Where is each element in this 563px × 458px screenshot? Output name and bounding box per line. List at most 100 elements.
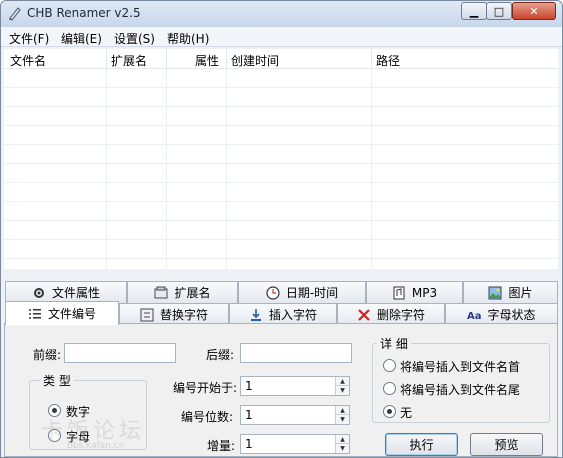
menu-edit[interactable]: 编辑(E)	[61, 30, 102, 47]
detail-group-title: 详 细	[377, 335, 411, 352]
tab-label: 日期-时间	[285, 286, 339, 300]
tab-mp3[interactable]: MP3	[366, 281, 463, 303]
spin-down-icon[interactable]: ▼	[336, 386, 349, 395]
watermark-url: bbs.kafan.cn	[67, 441, 125, 451]
grid-row-line	[4, 144, 558, 145]
column-header-attributes[interactable]: 属性	[195, 52, 219, 68]
close-button[interactable]: ✕	[512, 2, 556, 20]
prefix-input[interactable]	[64, 343, 176, 363]
app-window: CHB Renamer v2.5 ▁ □ ✕ 文件(F) 编辑(E) 设置(S)…	[0, 0, 563, 458]
radio-insert-end[interactable]	[383, 382, 396, 395]
tab-label: MP3	[411, 285, 438, 300]
tab-label: 图片	[508, 286, 533, 300]
column-separator[interactable]	[106, 49, 107, 69]
file-attributes-icon	[33, 287, 44, 298]
column-header-filename[interactable]: 文件名	[10, 52, 46, 68]
close-icon: ✕	[529, 4, 539, 18]
maximize-icon: □	[493, 4, 505, 18]
maximize-button[interactable]: □	[486, 2, 512, 20]
file-list-header: 文件名 扩展名 属性 创建时间 路径	[4, 49, 558, 69]
column-header-created[interactable]: 创建时间	[231, 52, 279, 68]
minimize-icon: ▁	[469, 4, 479, 18]
tab-delete-chars[interactable]: 删除字符	[337, 303, 445, 325]
tab-label: 删除字符	[376, 308, 425, 322]
spin-down-icon[interactable]: ▼	[336, 415, 349, 424]
increment-stepper[interactable]: 1 ▲ ▼	[240, 434, 350, 454]
radio-none-label: 无	[400, 406, 413, 420]
spin-buttons: ▲ ▼	[335, 406, 349, 424]
extension-icon	[154, 286, 168, 298]
picture-icon	[488, 286, 502, 299]
radio-insert-front[interactable]	[383, 359, 396, 372]
digits-stepper[interactable]: 1 ▲ ▼	[240, 405, 350, 425]
spin-up-icon[interactable]: ▲	[336, 406, 349, 415]
music-icon	[393, 286, 405, 299]
tab-date-time[interactable]: 日期-时间	[238, 281, 366, 303]
tab-label: 字母状态	[487, 308, 536, 322]
tab-extension[interactable]: 扩展名	[127, 281, 238, 303]
increment-value: 1	[245, 437, 253, 451]
tab-label: 替换字符	[159, 308, 208, 322]
menu-settings[interactable]: 设置(S)	[114, 30, 155, 47]
window-title: CHB Renamer v2.5	[27, 6, 141, 20]
type-group-title: 类 型	[40, 372, 74, 389]
increment-label: 增量:	[207, 439, 236, 453]
spin-buttons: ▲ ▼	[335, 377, 349, 395]
replace-icon	[140, 308, 154, 321]
digits-label: 编号位数:	[181, 410, 234, 424]
minimize-button[interactable]: ▁	[461, 2, 487, 20]
tab-picture[interactable]: 图片	[463, 281, 558, 303]
spin-down-icon[interactable]: ▼	[336, 444, 349, 453]
suffix-label: 后缀:	[206, 348, 235, 362]
menu-bar: 文件(F) 编辑(E) 设置(S) 帮助(H)	[1, 27, 562, 47]
column-header-extension[interactable]: 扩展名	[111, 52, 147, 68]
numbering-icon	[28, 308, 41, 319]
app-pen-icon	[9, 7, 21, 21]
spin-buttons: ▲ ▼	[335, 435, 349, 453]
start-label: 编号开始于:	[173, 381, 238, 395]
grid-row-line	[4, 182, 558, 183]
tab-label: 文件属性	[51, 286, 100, 300]
grid-row-line	[4, 106, 558, 107]
menu-file[interactable]: 文件(F)	[9, 30, 49, 47]
title-bar[interactable]: CHB Renamer v2.5 ▁ □ ✕	[1, 1, 562, 27]
clock-icon	[266, 285, 280, 300]
grid-row-line	[4, 201, 558, 202]
execute-button[interactable]: 执行	[385, 433, 458, 456]
grid-row-line	[4, 258, 558, 259]
column-header-path[interactable]: 路径	[376, 52, 400, 68]
radio-none[interactable]	[383, 405, 396, 418]
tab-label: 扩展名	[174, 286, 211, 300]
start-number-stepper[interactable]: 1 ▲ ▼	[240, 376, 350, 396]
column-separator[interactable]	[166, 49, 167, 69]
tab-label: 插入字符	[268, 308, 317, 322]
insert-icon	[250, 308, 261, 321]
spin-up-icon[interactable]: ▲	[336, 435, 349, 444]
suffix-input[interactable]	[240, 343, 352, 363]
tab-file-numbering[interactable]: 文件编号	[5, 301, 119, 325]
svg-text:Aa: Aa	[467, 311, 481, 322]
column-separator[interactable]	[226, 49, 227, 69]
digits-value: 1	[245, 408, 253, 422]
grid-row-line	[4, 239, 558, 240]
detail-group: 详 细 将编号插入到文件名首 将编号插入到文件名尾 无	[372, 335, 550, 423]
letter-case-icon: Aa	[467, 311, 481, 322]
tab-file-attributes[interactable]: 文件属性	[5, 281, 127, 303]
start-value: 1	[245, 379, 253, 393]
prefix-label: 前缀:	[33, 348, 62, 362]
radio-insert-front-label: 将编号插入到文件名首	[400, 360, 521, 374]
tab-letter-case[interactable]: Aa 字母状态	[445, 303, 558, 325]
spin-up-icon[interactable]: ▲	[336, 377, 349, 386]
grid-row-line	[4, 87, 558, 88]
file-list[interactable]	[4, 69, 558, 269]
column-separator[interactable]	[371, 49, 372, 69]
grid-row-line	[4, 220, 558, 221]
tab-replace-chars[interactable]: 替换字符	[119, 303, 229, 325]
radio-insert-end-label: 将编号插入到文件名尾	[400, 383, 521, 397]
tab-insert-chars[interactable]: 插入字符	[229, 303, 337, 325]
preview-button[interactable]: 预览	[470, 433, 543, 456]
menu-help[interactable]: 帮助(H)	[167, 30, 209, 47]
grid-row-line	[4, 125, 558, 126]
tab-label: 文件编号	[47, 307, 96, 321]
grid-row-line	[4, 163, 558, 164]
